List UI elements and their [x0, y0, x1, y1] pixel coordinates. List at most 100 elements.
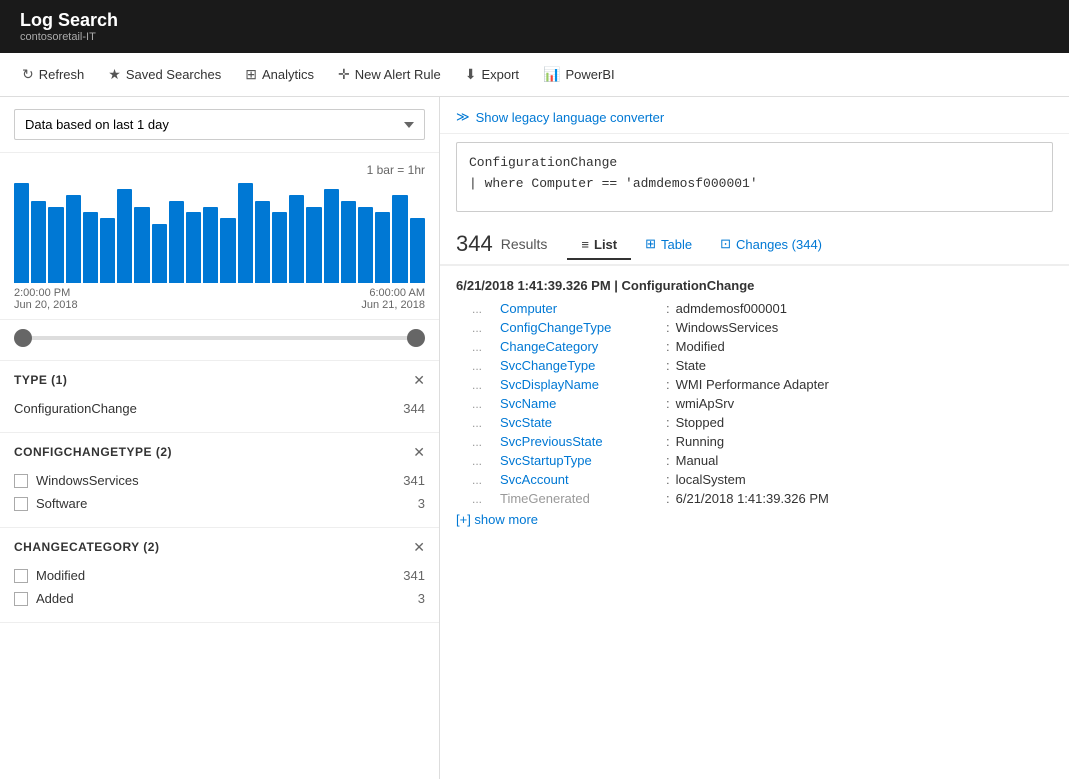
ellipsis: ... [472, 416, 492, 430]
toolbar: ↻ Refresh ★ Saved Searches ⊞ Analytics ✛… [0, 53, 1069, 97]
tab-list[interactable]: ≡ List [567, 231, 631, 260]
filter-changecategory-count-added: 3 [418, 591, 425, 606]
table-icon: ⊞ [645, 236, 656, 252]
field-key: SvcPreviousState [500, 434, 660, 449]
range-thumb-left[interactable] [14, 329, 32, 347]
field-value: Modified [676, 339, 725, 354]
chart-bar [392, 195, 407, 283]
field-key[interactable]: SvcChangeType [500, 358, 660, 373]
filter-configchangetype-header: CONFIGCHANGETYPE (2) ✕ [14, 445, 425, 459]
ellipsis: ... [472, 302, 492, 316]
field-key[interactable]: ChangeCategory [500, 339, 660, 354]
ellipsis: ... [472, 454, 492, 468]
field-value: 6/21/2018 1:41:39.326 PM [676, 491, 829, 506]
new-alert-rule-button[interactable]: ✛ New Alert Rule [328, 60, 451, 89]
chart-xaxis-right: 6:00:00 AMJun 21, 2018 [361, 287, 425, 311]
chart-bar [152, 224, 167, 283]
collapse-handle[interactable]: ‹ [439, 418, 440, 458]
legacy-language-converter-link[interactable]: ≫ Show legacy language converter [456, 109, 1053, 125]
filter-changecategory-added: Added [36, 591, 74, 606]
saved-searches-button[interactable]: ★ Saved Searches [98, 60, 231, 89]
results-count: 344 [456, 231, 493, 257]
chart-bar [272, 212, 287, 283]
time-select[interactable]: Data based on last 1 day [14, 109, 425, 140]
result-field: ...Computer:admdemosf000001 [456, 299, 1053, 318]
chart-bar [66, 195, 81, 283]
filter-type-close[interactable]: ✕ [413, 373, 425, 387]
show-more-link[interactable]: [+] show more [456, 512, 1053, 527]
powerbi-button[interactable]: 📊 PowerBI [533, 60, 625, 89]
result-field: ...SvcAccount:localSystem [456, 470, 1053, 489]
refresh-button[interactable]: ↻ Refresh [12, 60, 94, 89]
time-filter: Data based on last 1 day [0, 97, 439, 153]
query-line1: ConfigurationChange [469, 153, 1040, 174]
filter-configchangetype-count-software: 3 [418, 496, 425, 511]
filter-checkbox-windowsservices[interactable] [14, 474, 28, 488]
tab-table[interactable]: ⊞ Table [631, 230, 706, 260]
chart-bar [14, 183, 29, 283]
field-value: Stopped [676, 415, 724, 430]
ellipsis: ... [472, 435, 492, 449]
chart-bar [117, 189, 132, 283]
filter-configchangetype-title: CONFIGCHANGETYPE (2) [14, 445, 172, 459]
filter-checkbox-software[interactable] [14, 497, 28, 511]
field-value: wmiApSrv [676, 396, 735, 411]
field-key[interactable]: SvcDisplayName [500, 377, 660, 392]
field-key[interactable]: SvcAccount [500, 472, 660, 487]
chart-xaxis: 2:00:00 PMJun 20, 2018 6:00:00 AMJun 21,… [14, 287, 425, 311]
refresh-icon: ↻ [22, 66, 34, 83]
tab-changes[interactable]: ⊡ Changes (344) [706, 230, 836, 260]
field-value: localSystem [676, 472, 746, 487]
result-field: ...SvcPreviousState:Running [456, 432, 1053, 451]
result-field: ...ConfigChangeType:WindowsServices [456, 318, 1053, 337]
star-icon: ★ [108, 66, 121, 83]
chart-bar [255, 201, 270, 283]
export-button[interactable]: ⬇ Export [455, 60, 529, 89]
filter-changecategory-close[interactable]: ✕ [413, 540, 425, 554]
field-key[interactable]: SvcName [500, 396, 660, 411]
filter-checkbox-added[interactable] [14, 592, 28, 606]
range-slider [14, 336, 425, 340]
chart-area: 1 bar = 1hr 2:00:00 PMJun 20, 2018 6:00:… [0, 153, 439, 320]
field-key[interactable]: Computer [500, 301, 660, 316]
filter-configchangetype-count-windowsservices: 341 [403, 473, 425, 488]
ellipsis: ... [472, 397, 492, 411]
chart-bar [306, 207, 321, 283]
main-layout: ‹ Data based on last 1 day 1 bar = 1hr 2… [0, 97, 1069, 779]
query-box[interactable]: ConfigurationChange | where Computer == … [456, 142, 1053, 212]
chart-bar [134, 207, 149, 283]
result-field: ...TimeGenerated:6/21/2018 1:41:39.326 P… [456, 489, 1053, 508]
app-title: Log Search [20, 10, 1049, 31]
chart-bar [289, 195, 304, 283]
filter-configchangetype-close[interactable]: ✕ [413, 445, 425, 459]
field-key: TimeGenerated [500, 491, 660, 506]
range-thumb-right[interactable] [407, 329, 425, 347]
filter-type-count: 344 [403, 401, 425, 416]
app-header: Log Search contosoretail-IT [0, 0, 1069, 53]
field-key[interactable]: ConfigChangeType [500, 320, 660, 335]
filter-configchangetype-item-software: Software 3 [14, 492, 425, 515]
field-key[interactable]: SvcState [500, 415, 660, 430]
chart-bar [341, 201, 356, 283]
ellipsis: ... [472, 492, 492, 506]
powerbi-icon: 📊 [543, 66, 560, 83]
analytics-button[interactable]: ⊞ Analytics [235, 60, 324, 89]
filter-type-section: TYPE (1) ✕ ConfigurationChange 344 [0, 361, 439, 433]
filter-configchangetype-software: Software [36, 496, 87, 511]
export-icon: ⬇ [465, 66, 477, 83]
filter-checkbox-modified[interactable] [14, 569, 28, 583]
chevron-down-icon: ≫ [456, 109, 470, 125]
changes-icon: ⊡ [720, 236, 731, 252]
result-field: ...SvcDisplayName:WMI Performance Adapte… [456, 375, 1053, 394]
chart-bar [169, 201, 184, 283]
field-key: SvcStartupType [500, 453, 660, 468]
chart-bar [375, 212, 390, 283]
filter-changecategory-item-modified: Modified 341 [14, 564, 425, 587]
filter-changecategory-section: CHANGECATEGORY (2) ✕ Modified 341 Added … [0, 528, 439, 623]
filter-type-title: TYPE (1) [14, 373, 67, 387]
filter-type-name: ConfigurationChange [14, 401, 137, 416]
chart-bar [186, 212, 201, 283]
filter-type-item-configurationchange: ConfigurationChange 344 [14, 397, 425, 420]
filter-changecategory-title: CHANGECATEGORY (2) [14, 540, 159, 554]
right-panel: ≫ Show legacy language converter Configu… [440, 97, 1069, 779]
